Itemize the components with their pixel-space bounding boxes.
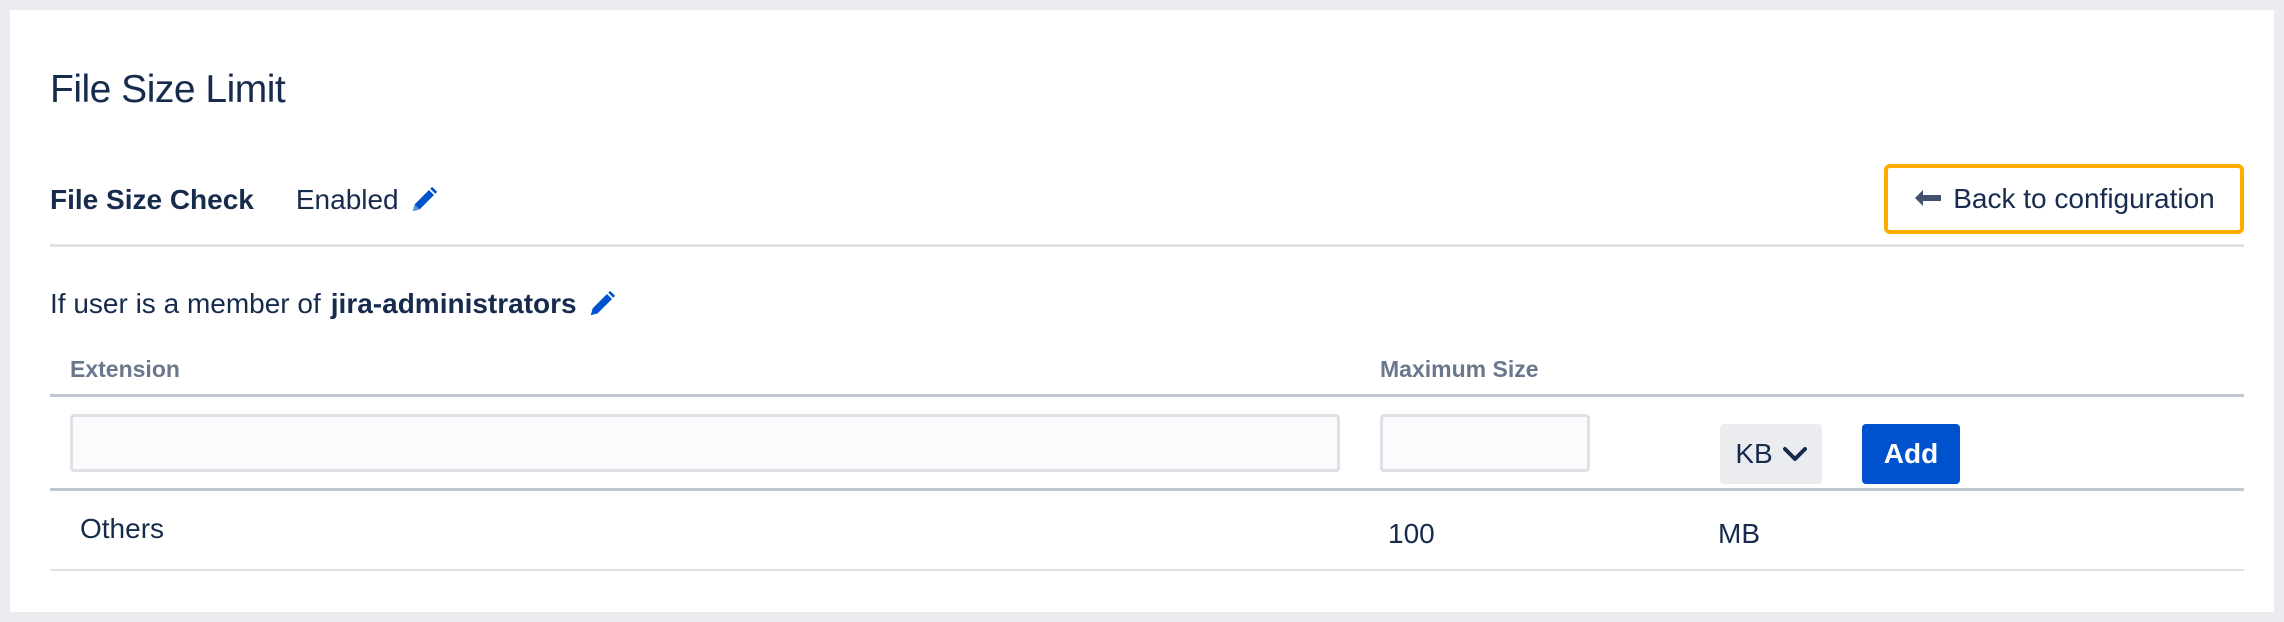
page-title: File Size Limit xyxy=(50,68,286,111)
condition-prefix: If user is a member of xyxy=(50,288,321,319)
row-extension: Others xyxy=(80,513,165,544)
unit-select[interactable]: KB xyxy=(1720,424,1822,484)
column-header-extension: Extension xyxy=(70,356,180,382)
content-panel: File Size Limit File Size Check Enabled … xyxy=(10,10,2274,612)
pencil-icon[interactable] xyxy=(409,185,439,215)
extension-input[interactable] xyxy=(70,414,1340,472)
pencil-icon[interactable] xyxy=(587,289,617,319)
maximum-size-input[interactable] xyxy=(1380,414,1590,472)
row-unit: MB xyxy=(1718,518,1760,549)
table-bottom-rule xyxy=(50,569,2244,571)
back-button-label: Back to configuration xyxy=(1953,183,2215,214)
chevron-down-icon xyxy=(1782,447,1807,461)
back-to-configuration-button[interactable]: Back to configuration xyxy=(1884,164,2244,234)
row-size: 100 xyxy=(1388,518,1435,549)
condition-row: If user is a member of jira-administrato… xyxy=(50,282,617,326)
file-size-check-row: File Size Check Enabled xyxy=(50,178,439,222)
unit-select-value: KB xyxy=(1735,438,1773,469)
table-row-rule xyxy=(50,488,2244,491)
condition-group: jira-administrators xyxy=(330,288,577,319)
column-header-maximum-size: Maximum Size xyxy=(1380,356,1539,382)
divider xyxy=(50,244,2244,247)
file-size-check-value: Enabled xyxy=(295,184,399,215)
back-arrow-icon xyxy=(1915,190,1942,206)
file-size-check-label: File Size Check xyxy=(50,184,254,215)
table-header-rule xyxy=(50,394,2244,397)
add-button[interactable]: Add xyxy=(1862,424,1960,484)
